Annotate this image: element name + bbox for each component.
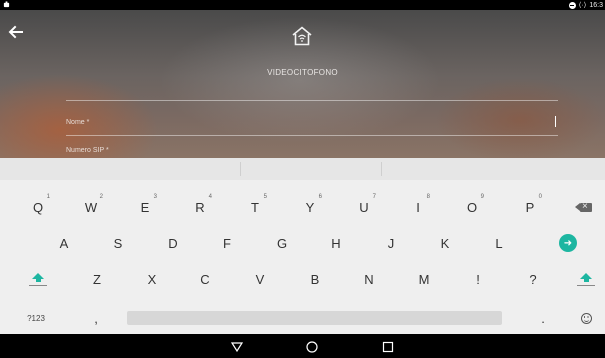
key-w[interactable]: W2 <box>71 192 111 222</box>
key-u[interactable]: U7 <box>344 192 384 222</box>
sync-icon: ⟨·⟩ <box>578 2 587 9</box>
key-i[interactable]: I8 <box>398 192 438 222</box>
key-z[interactable]: Z <box>77 264 117 294</box>
key-p[interactable]: P0 <box>510 192 550 222</box>
key-n[interactable]: N <box>349 264 389 294</box>
key-l[interactable]: L <box>479 228 519 258</box>
backspace-icon <box>575 200 592 214</box>
status-bar: ⟨·⟩ 16:3 <box>0 0 605 10</box>
key-s[interactable]: S <box>98 228 138 258</box>
home-circle-icon[interactable] <box>305 340 319 354</box>
suggestion-divider <box>240 162 241 176</box>
arrow-left-icon[interactable] <box>8 24 24 40</box>
key-e[interactable]: E3 <box>125 192 165 222</box>
shift-key-left[interactable] <box>18 264 58 294</box>
shift-icon <box>577 272 595 286</box>
status-clock: 16:3 <box>589 1 603 9</box>
suggestion-strip[interactable] <box>0 158 605 180</box>
key-f[interactable]: F <box>207 228 247 258</box>
key-m[interactable]: M <box>404 264 444 294</box>
sip-number-field[interactable]: Numero SIP * <box>66 136 558 158</box>
key-x[interactable]: X <box>132 264 172 294</box>
key-period[interactable]: . <box>523 303 563 333</box>
enter-key[interactable]: ➜ <box>548 228 588 258</box>
key-exclamation[interactable]: ! <box>458 264 498 294</box>
key-y[interactable]: Y6 <box>290 192 330 222</box>
suggestion-divider <box>381 162 382 176</box>
home-icon[interactable] <box>291 26 313 46</box>
divider <box>66 100 558 101</box>
sip-number-field-label: Numero SIP * <box>66 147 109 154</box>
name-field-label: Nome * <box>66 119 90 126</box>
key-c[interactable]: C <box>185 264 225 294</box>
key-k[interactable]: K <box>425 228 465 258</box>
key-j[interactable]: J <box>371 228 411 258</box>
smiley-icon <box>580 312 592 324</box>
key-d[interactable]: D <box>153 228 193 258</box>
key-comma[interactable]: , <box>76 303 116 333</box>
key-q[interactable]: Q1 <box>18 192 58 222</box>
key-o[interactable]: O9 <box>452 192 492 222</box>
page-title: VIDEOCITOFONO <box>267 68 338 77</box>
arrow-right-icon: ➜ <box>559 234 577 252</box>
space-key[interactable] <box>127 311 502 325</box>
key-b[interactable]: B <box>295 264 335 294</box>
backspace-key[interactable] <box>566 192 605 222</box>
back-triangle-icon[interactable] <box>230 340 244 354</box>
key-g[interactable]: G <box>262 228 302 258</box>
key-r[interactable]: R4 <box>180 192 220 222</box>
key-h[interactable]: H <box>316 228 356 258</box>
key-question[interactable]: ? <box>513 264 553 294</box>
shift-key-right[interactable] <box>566 264 605 294</box>
symbols-key[interactable]: ?123 <box>16 303 56 333</box>
app-content: VIDEOCITOFONO Nome * Numero SIP * <box>0 10 605 158</box>
name-field[interactable]: Nome * <box>66 110 558 136</box>
key-v[interactable]: V <box>240 264 280 294</box>
text-cursor <box>555 116 556 127</box>
soft-keyboard: Q1 W2 E3 R4 T5 Y6 U7 I8 O9 P0 A S D F G … <box>0 158 605 334</box>
shift-icon <box>29 272 47 286</box>
navigation-bar <box>0 334 605 358</box>
notification-icon <box>3 1 10 8</box>
recents-square-icon[interactable] <box>381 340 395 354</box>
key-t[interactable]: T5 <box>235 192 275 222</box>
emoji-key[interactable] <box>566 303 605 333</box>
key-a[interactable]: A <box>44 228 84 258</box>
do-not-disturb-icon <box>568 1 576 9</box>
